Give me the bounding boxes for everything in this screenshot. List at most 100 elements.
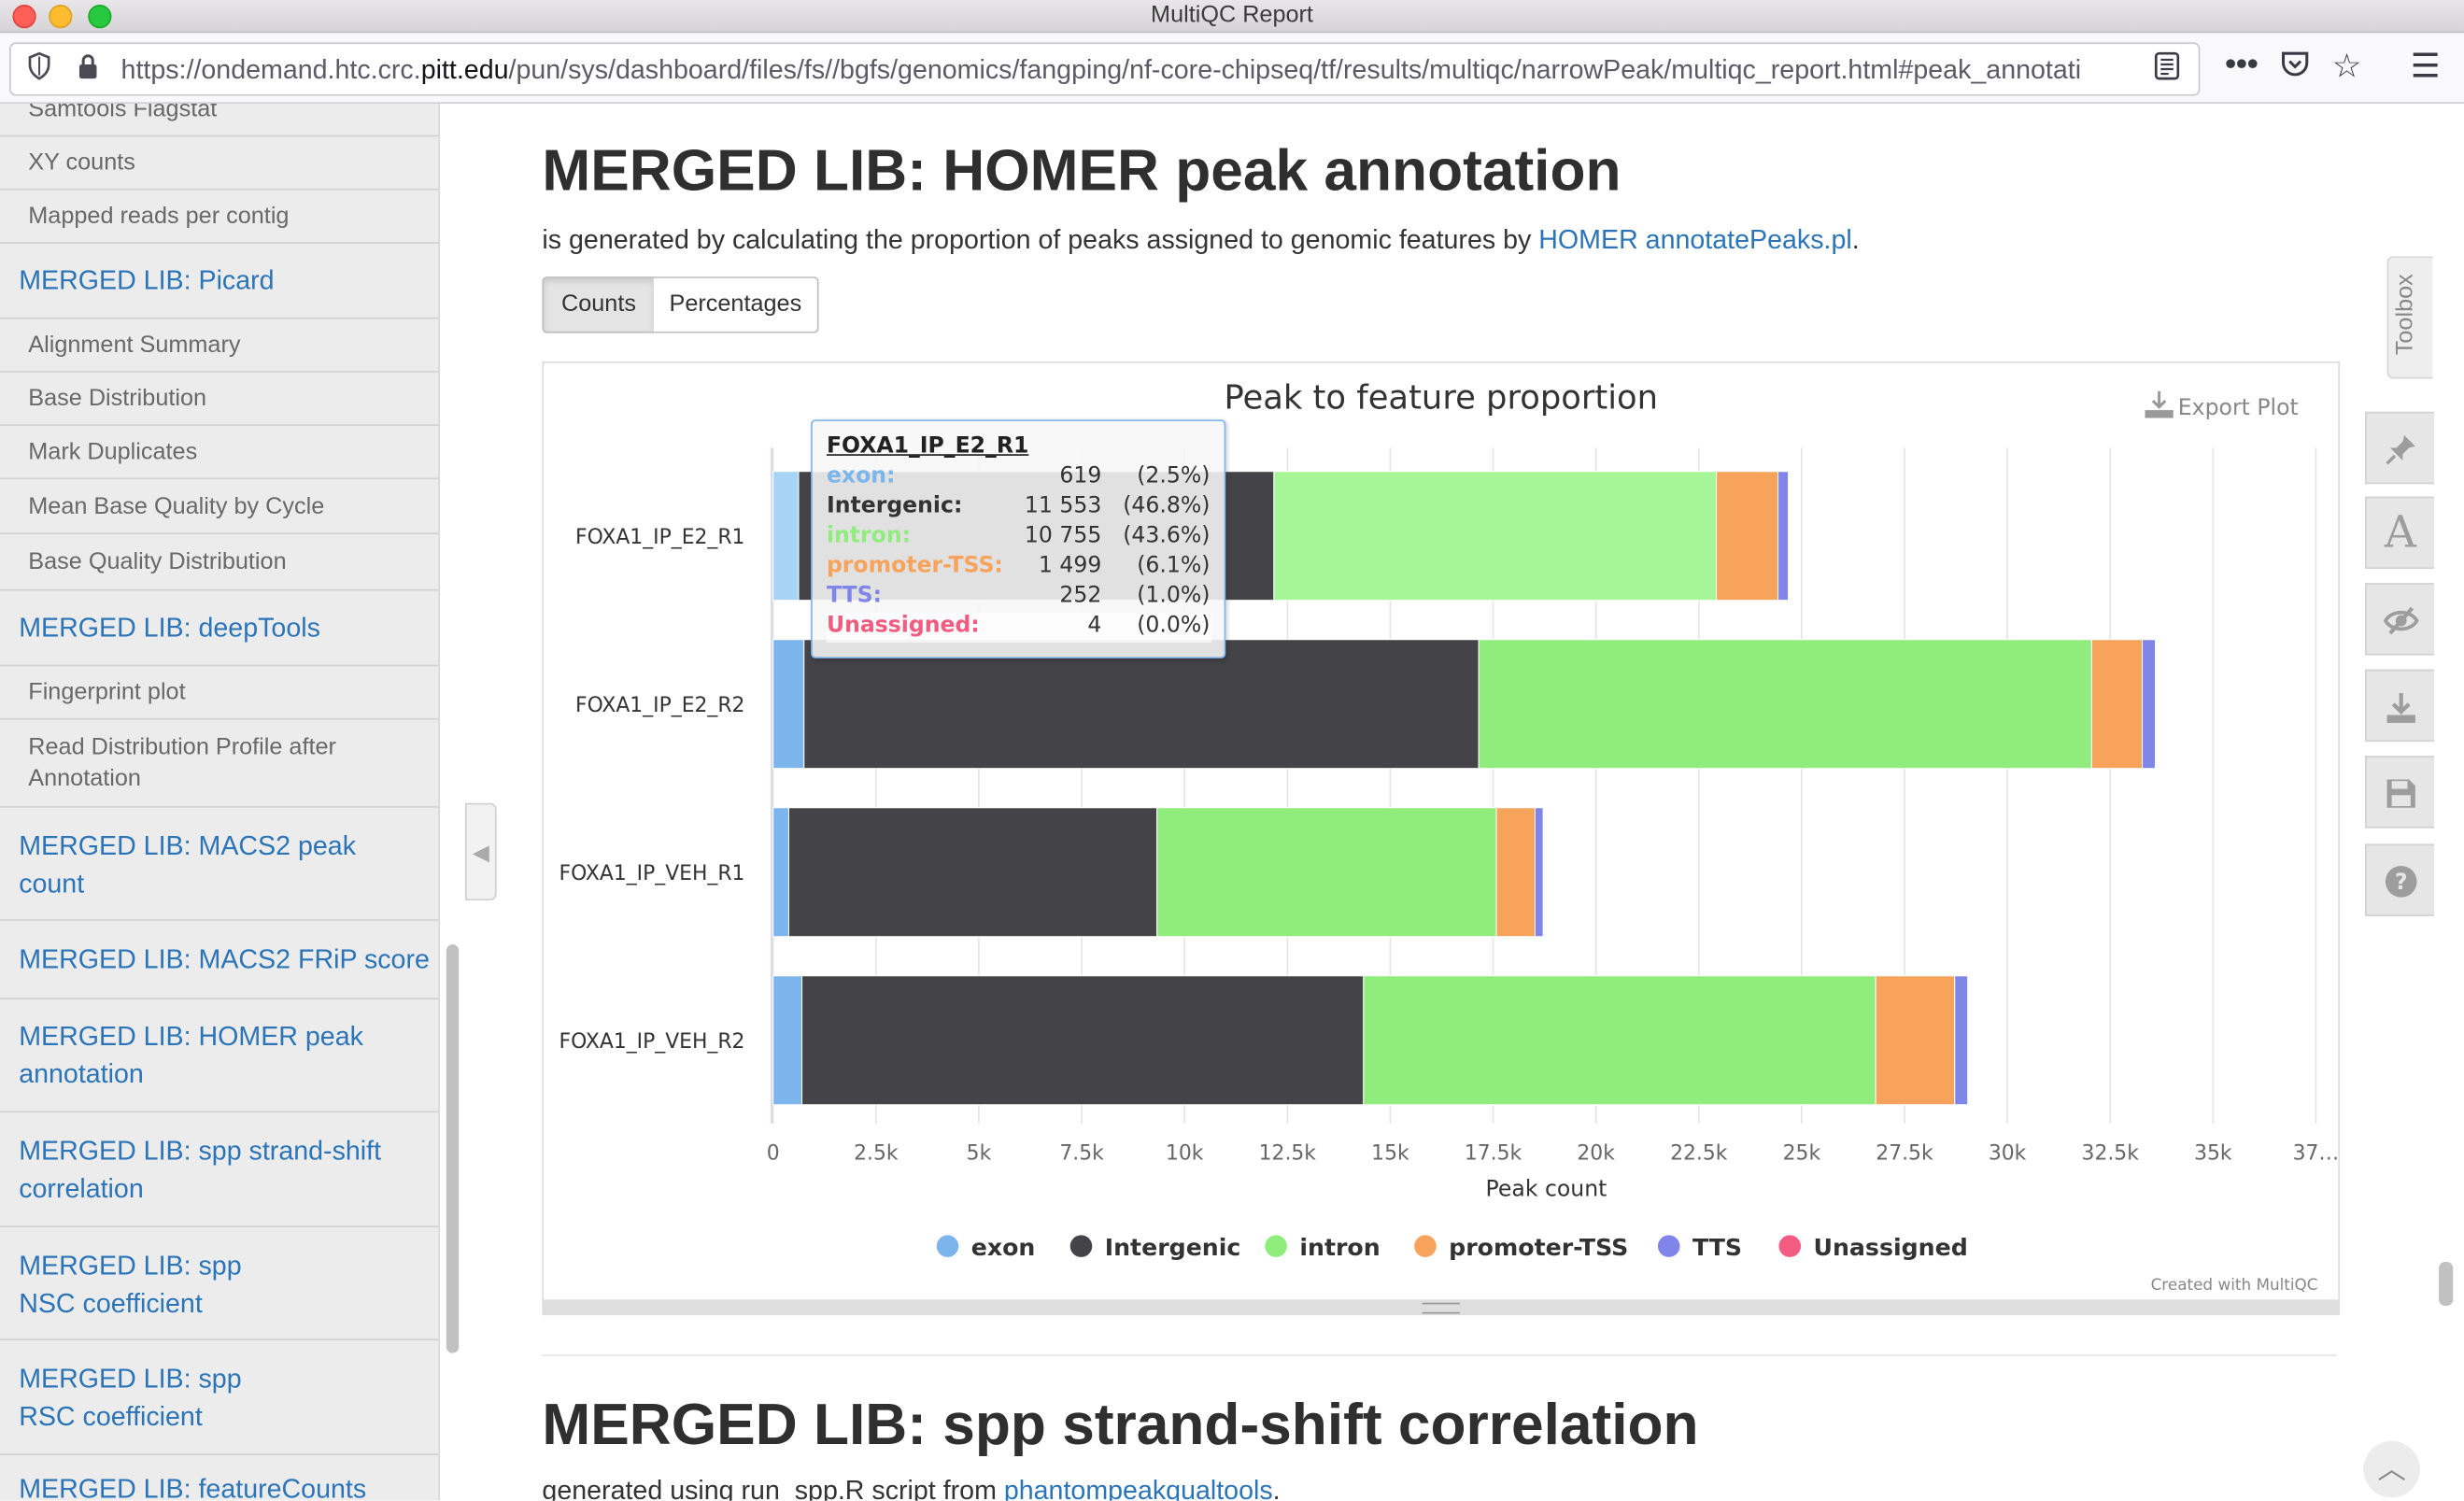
tooltip-row-count: 4: [1087, 613, 1102, 639]
category-label: FOXA1_IP_VEH_R1: [559, 862, 745, 885]
bar-segment: [1777, 471, 1790, 602]
page-scrollbar[interactable]: [2439, 1261, 2454, 1307]
download-icon: [2383, 686, 2417, 725]
sidebar-item-read-distribution[interactable]: Read Distribution Profile after Annotati…: [0, 720, 439, 808]
tooltip-row-percent: (43.6%): [1123, 523, 1211, 549]
sidebar-item-label: MERGED LIB: HOMER peak annotation: [19, 1021, 363, 1089]
sidebar-item-alignment-summary[interactable]: Alignment Summary: [0, 319, 439, 373]
tooltip-row-count: 11 553: [1024, 493, 1102, 519]
tooltip-row-count: 1 499: [1038, 553, 1102, 579]
sidebar-item-deeptools[interactable]: MERGED LIB: deepTools: [0, 591, 439, 667]
counts-toggle-button[interactable]: Counts: [542, 276, 656, 333]
bar-segment: [772, 807, 789, 938]
sidebar-item-spp-rsc[interactable]: MERGED LIB: spp RSC coefficient: [0, 1342, 439, 1455]
tooltip-row: exon: 619 (2.5%): [827, 463, 1211, 493]
chart-credit: Created with MultiQC: [2151, 1275, 2318, 1294]
sidebar-item-xy-counts[interactable]: XY counts: [0, 136, 439, 191]
pocket-icon[interactable]: [2280, 50, 2310, 87]
bar-segment: [803, 639, 1480, 770]
bar-segment: [1478, 639, 2092, 770]
hide-icon: [2382, 599, 2419, 638]
legend-marker: [936, 1235, 959, 1257]
bar-segment: [1495, 807, 1536, 938]
bar-segment: [2142, 639, 2157, 770]
bar-segment: [1534, 807, 1544, 938]
percentages-toggle-button[interactable]: Percentages: [653, 276, 819, 333]
sidebar-item-mapped-reads[interactable]: Mapped reads per contig: [0, 191, 439, 244]
sidebar-item-mean-base-quality[interactable]: Mean Base Quality by Cycle: [0, 481, 439, 535]
tooltip-row-count: 10 755: [1024, 523, 1102, 549]
scroll-to-top-button[interactable]: ︿: [2363, 1440, 2420, 1498]
x-tick-label: 30k: [1989, 1142, 2027, 1166]
toolbox-export-button[interactable]: [2365, 669, 2435, 743]
grip-icon: [1422, 1302, 1460, 1314]
sidebar-item-homer-peak-annotation[interactable]: MERGED LIB: HOMER peak annotation: [0, 999, 439, 1113]
toolbox-label: Toolbox: [2391, 274, 2419, 356]
toolbox-save-button[interactable]: [2365, 756, 2435, 828]
more-actions-icon[interactable]: •••: [2225, 47, 2258, 83]
x-tick-label: 32.5k: [2082, 1142, 2140, 1166]
bar-segment: [787, 807, 1158, 938]
x-tick-label: 0: [767, 1142, 780, 1166]
x-tick-label: 37…: [2293, 1142, 2339, 1166]
legend-item: exon: [971, 1234, 1036, 1261]
sidebar-item-fingerprint-plot[interactable]: Fingerprint plot: [0, 666, 439, 720]
sidebar-item-spp-strand-shift[interactable]: MERGED LIB: spp strand-shift correlation: [0, 1114, 439, 1227]
tooltip-row-label: exon:: [826, 463, 896, 489]
url-bar[interactable]: https://ondemand.htc.crc.pitt.edu/pun/sy…: [9, 42, 2201, 96]
chart-tooltip: FOXA1_IP_E2_R1 exon: 619 (2.5%) Intergenic:…: [811, 419, 1226, 658]
chart-x-axis-label: Peak count: [1486, 1175, 1607, 1201]
sidebar-item-featurecounts[interactable]: MERGED LIB: featureCounts: [0, 1471, 438, 1501]
sidebar-item-label: MERGED LIB: MACS2 FRiP score: [19, 944, 430, 975]
url-text[interactable]: https://ondemand.htc.crc.pitt.edu/pun/sy…: [121, 55, 2148, 87]
tooltip-row-percent: (0.0%): [1137, 613, 1211, 639]
x-tick-label: 27.5k: [1876, 1142, 1933, 1166]
tooltip-row-label: promoter-TSS:: [826, 553, 1003, 579]
legend-item: TTS: [1692, 1234, 1742, 1261]
phantompeakqualtools-link[interactable]: phantompeakqualtools: [1004, 1476, 1273, 1501]
sidebar-item-base-quality-distribution[interactable]: Base Quality Distribution: [0, 534, 439, 591]
category-label: FOXA1_IP_E2_R1: [575, 526, 744, 549]
tooltip-row-label: TTS:: [826, 583, 883, 609]
save-icon: [2385, 772, 2416, 811]
toolbox-highlight-button[interactable]: [2365, 411, 2435, 485]
bar-segment: [772, 471, 800, 602]
next-section-description: generated using run_spp.R script from ph…: [542, 1476, 1280, 1501]
bar-segment: [1967, 975, 1970, 1106]
shield-icon[interactable]: [27, 51, 52, 89]
x-tick-label: 35k: [2194, 1142, 2232, 1166]
sidebar-collapse-button[interactable]: ◀: [464, 802, 497, 901]
report-nav-sidebar: Samtools Flagstat XY counts Mapped reads…: [0, 104, 441, 1501]
sidebar-item-macs2-frip[interactable]: MERGED LIB: MACS2 FRiP score: [0, 923, 439, 1000]
x-tick-label: 5k: [967, 1142, 992, 1166]
tooltip-row: Intergenic: 11 553 (46.8%): [826, 493, 1212, 524]
tooltip-row-percent: (2.5%): [1137, 463, 1211, 489]
sidebar-item-mark-duplicates[interactable]: Mark Duplicates: [0, 426, 439, 480]
toolbox-rename-button[interactable]: A: [2365, 496, 2435, 570]
legend-item: intron: [1299, 1234, 1380, 1261]
sidebar-item-macs2-peak-count[interactable]: MERGED LIB: MACS2 peak count: [0, 809, 439, 921]
toolbox-help-button[interactable]: ?: [2365, 843, 2435, 916]
tooltip-row: Unassigned: 4 (0.0%): [826, 613, 1212, 644]
bar-segment: [2090, 639, 2144, 770]
sidebar-item-picard[interactable]: MERGED LIB: Picard: [0, 244, 439, 319]
menu-hamburger-icon[interactable]: ☰: [2411, 47, 2441, 86]
export-plot-button[interactable]: Export Plot: [2145, 390, 2299, 420]
bookmark-star-icon[interactable]: ☆: [2332, 47, 2362, 86]
sidebar-item-base-distribution[interactable]: Base Distribution: [0, 373, 439, 426]
section-divider: [542, 1354, 2337, 1356]
x-tick-label: 10k: [1166, 1142, 1204, 1166]
homer-link[interactable]: HOMER annotatePeaks.pl: [1538, 225, 1851, 255]
sidebar-item-samtools-flagstat[interactable]: Samtools Flagstat: [0, 104, 439, 137]
legend-marker: [1265, 1235, 1287, 1257]
section-title: MERGED LIB: HOMER peak annotation: [542, 138, 1621, 204]
tooltip-row-count: 619: [1059, 463, 1102, 489]
x-tick-label: 17.5k: [1465, 1142, 1522, 1166]
sidebar-item-spp-nsc[interactable]: MERGED LIB: spp NSC coefficient: [0, 1229, 439, 1341]
sidebar-scrollbar[interactable]: [446, 944, 460, 1353]
tooltip-row-percent: (1.0%): [1137, 583, 1211, 609]
toolbox-hide-button[interactable]: [2365, 583, 2435, 656]
category-label: FOXA1_IP_VEH_R2: [559, 1030, 745, 1054]
lock-icon[interactable]: [77, 52, 99, 89]
reader-view-icon[interactable]: [2154, 51, 2180, 89]
